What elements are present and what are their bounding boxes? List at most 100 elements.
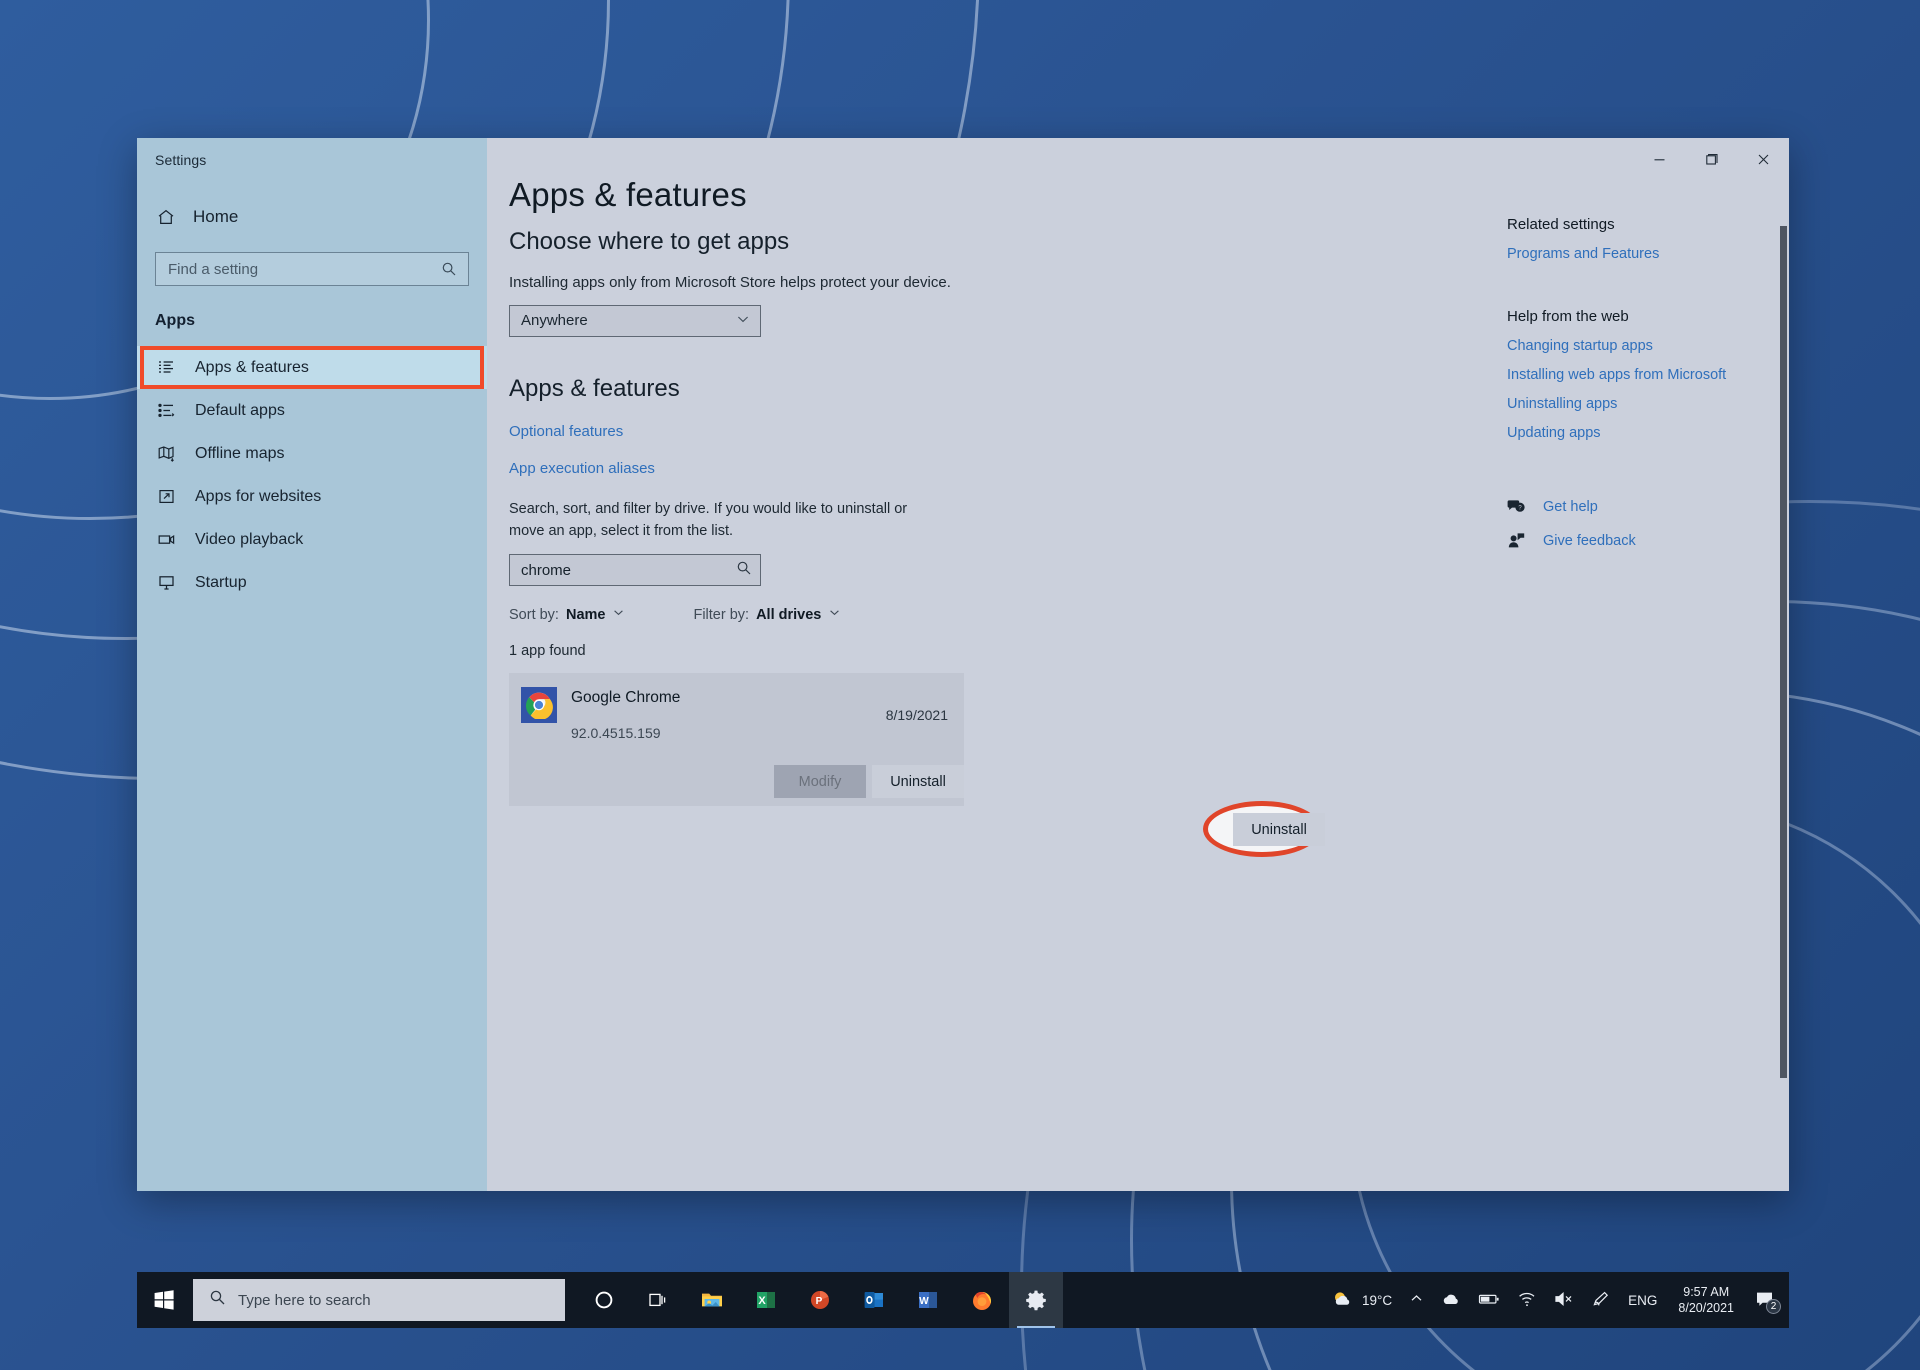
notifications-button[interactable]: 2 bbox=[1755, 1290, 1777, 1310]
sidebar-search-box[interactable] bbox=[155, 252, 469, 286]
powerpoint-icon[interactable]: P bbox=[793, 1272, 847, 1328]
cloud-icon[interactable] bbox=[1441, 1289, 1461, 1312]
get-apps-dropdown[interactable]: Anywhere bbox=[509, 305, 761, 337]
sort-by-value: Name bbox=[566, 607, 606, 623]
chrome-icon bbox=[521, 687, 557, 723]
list-icon bbox=[155, 357, 177, 379]
search-icon bbox=[209, 1289, 226, 1311]
clock-date: 8/20/2021 bbox=[1678, 1300, 1734, 1316]
app-list-item[interactable]: Google Chrome 92.0.4515.159 8/19/2021 Mo… bbox=[509, 673, 964, 806]
chevron-up-icon[interactable] bbox=[1409, 1291, 1424, 1309]
settings-sidebar: Settings Home Apps bbox=[137, 138, 487, 1191]
uninstall-button[interactable]: Uninstall bbox=[872, 765, 964, 798]
language-indicator[interactable]: ENG bbox=[1628, 1293, 1657, 1308]
taskbar-app-list: X P bbox=[577, 1272, 1063, 1328]
sidebar-item-home[interactable]: Home bbox=[137, 196, 487, 238]
give-feedback-row[interactable]: Give feedback bbox=[1507, 531, 1737, 550]
settings-icon[interactable] bbox=[1009, 1272, 1063, 1328]
search-icon bbox=[438, 258, 460, 280]
sidebar-item-offline-maps[interactable]: Offline maps bbox=[137, 432, 487, 475]
outlook-icon[interactable] bbox=[847, 1272, 901, 1328]
feedback-person-icon bbox=[1507, 531, 1526, 550]
chevron-down-icon bbox=[828, 606, 841, 623]
sidebar-group-label: Apps bbox=[137, 286, 487, 330]
support-links-block: ? Get help Give fee bbox=[1507, 497, 1737, 550]
taskbar: X P bbox=[137, 1272, 1789, 1328]
settings-main-pane: Apps & features Choose where to get apps… bbox=[487, 138, 1789, 1191]
vertical-scrollbar[interactable] bbox=[1780, 226, 1787, 1078]
scrollbar-thumb[interactable] bbox=[1780, 226, 1787, 1078]
clock-time: 9:57 AM bbox=[1683, 1284, 1729, 1300]
video-icon bbox=[155, 529, 177, 551]
sidebar-item-video-playback[interactable]: Video playback bbox=[137, 518, 487, 561]
sort-filter-row: Sort by: Name Filter by: All drives bbox=[509, 606, 1789, 623]
app-install-date: 8/19/2021 bbox=[886, 707, 948, 723]
app-search-input[interactable] bbox=[521, 562, 736, 579]
sidebar-item-apps-for-websites[interactable]: Apps for websites bbox=[137, 475, 487, 518]
sort-by-dropdown[interactable]: Sort by: Name bbox=[509, 606, 625, 623]
weather-widget[interactable]: 19°C bbox=[1331, 1288, 1392, 1313]
default-apps-icon bbox=[155, 400, 177, 422]
sidebar-home-label: Home bbox=[193, 207, 238, 227]
changing-startup-apps-link[interactable]: Changing startup apps bbox=[1507, 338, 1737, 354]
weather-temp: 19°C bbox=[1362, 1293, 1392, 1308]
taskbar-search-input[interactable] bbox=[238, 1292, 538, 1309]
svg-text:X: X bbox=[758, 1295, 766, 1307]
installing-web-apps-link[interactable]: Installing web apps from Microsoft bbox=[1507, 367, 1737, 383]
wifi-icon[interactable] bbox=[1517, 1290, 1537, 1311]
firefox-icon[interactable] bbox=[955, 1272, 1009, 1328]
clock[interactable]: 9:57 AM 8/20/2021 bbox=[1674, 1284, 1738, 1316]
app-name: Google Chrome bbox=[571, 689, 680, 707]
monitor-icon bbox=[155, 572, 177, 594]
app-count-text: 1 app found bbox=[509, 643, 1789, 659]
filter-by-dropdown[interactable]: Filter by: All drives bbox=[693, 606, 841, 623]
updating-apps-link[interactable]: Updating apps bbox=[1507, 425, 1737, 441]
help-from-web-heading: Help from the web bbox=[1507, 308, 1737, 325]
get-help-row[interactable]: ? Get help bbox=[1507, 497, 1737, 516]
search-icon bbox=[736, 560, 752, 581]
sidebar-item-label: Video playback bbox=[195, 531, 303, 549]
question-bubble-icon: ? bbox=[1507, 497, 1526, 516]
related-settings-rail: Related settings Programs and Features H… bbox=[1507, 216, 1737, 550]
excel-icon[interactable]: X bbox=[739, 1272, 793, 1328]
app-action-buttons: Modify Uninstall bbox=[774, 765, 964, 798]
task-view-icon[interactable] bbox=[631, 1272, 685, 1328]
partly-cloudy-icon bbox=[1331, 1288, 1353, 1313]
filter-by-value: All drives bbox=[756, 607, 821, 623]
system-tray: 19°C bbox=[1331, 1284, 1789, 1316]
file-explorer-icon[interactable] bbox=[685, 1272, 739, 1328]
modify-button[interactable]: Modify bbox=[774, 765, 866, 798]
settings-window: Settings Home Apps bbox=[137, 138, 1789, 1191]
sort-by-prefix: Sort by: bbox=[509, 607, 559, 623]
find-a-setting-input[interactable] bbox=[168, 261, 438, 278]
get-apps-dropdown-value: Anywhere bbox=[521, 312, 588, 329]
chevron-down-icon bbox=[735, 311, 751, 331]
taskbar-search-box[interactable] bbox=[193, 1279, 565, 1321]
home-icon bbox=[155, 206, 177, 228]
sidebar-item-label: Startup bbox=[195, 574, 247, 592]
sidebar-item-label: Default apps bbox=[195, 402, 285, 420]
cortana-icon[interactable] bbox=[577, 1272, 631, 1328]
windows-start-icon[interactable] bbox=[137, 1272, 191, 1328]
filter-help-text: Search, sort, and filter by drive. If yo… bbox=[509, 499, 939, 543]
give-feedback-label: Give feedback bbox=[1543, 533, 1636, 549]
uninstall-button-highlighted[interactable]: Uninstall bbox=[1233, 813, 1325, 846]
uninstalling-apps-link[interactable]: Uninstalling apps bbox=[1507, 396, 1737, 412]
programs-and-features-link[interactable]: Programs and Features bbox=[1507, 246, 1737, 262]
app-version: 92.0.4515.159 bbox=[571, 725, 661, 741]
sidebar-nav-list: Apps & features Default apps bbox=[137, 346, 487, 604]
related-settings-heading: Related settings bbox=[1507, 216, 1737, 233]
battery-icon[interactable] bbox=[1478, 1291, 1500, 1310]
svg-text:P: P bbox=[816, 1296, 823, 1307]
sidebar-item-default-apps[interactable]: Default apps bbox=[137, 389, 487, 432]
sidebar-item-label: Apps & features bbox=[195, 359, 309, 377]
filter-by-prefix: Filter by: bbox=[693, 607, 749, 623]
volume-muted-icon[interactable] bbox=[1554, 1290, 1574, 1311]
sidebar-item-apps-features[interactable]: Apps & features bbox=[137, 346, 487, 389]
sidebar-item-startup[interactable]: Startup bbox=[137, 561, 487, 604]
word-icon[interactable]: W bbox=[901, 1272, 955, 1328]
pen-icon[interactable] bbox=[1591, 1290, 1611, 1311]
app-search-box[interactable] bbox=[509, 554, 761, 586]
get-help-label: Get help bbox=[1543, 499, 1598, 515]
map-icon bbox=[155, 443, 177, 465]
